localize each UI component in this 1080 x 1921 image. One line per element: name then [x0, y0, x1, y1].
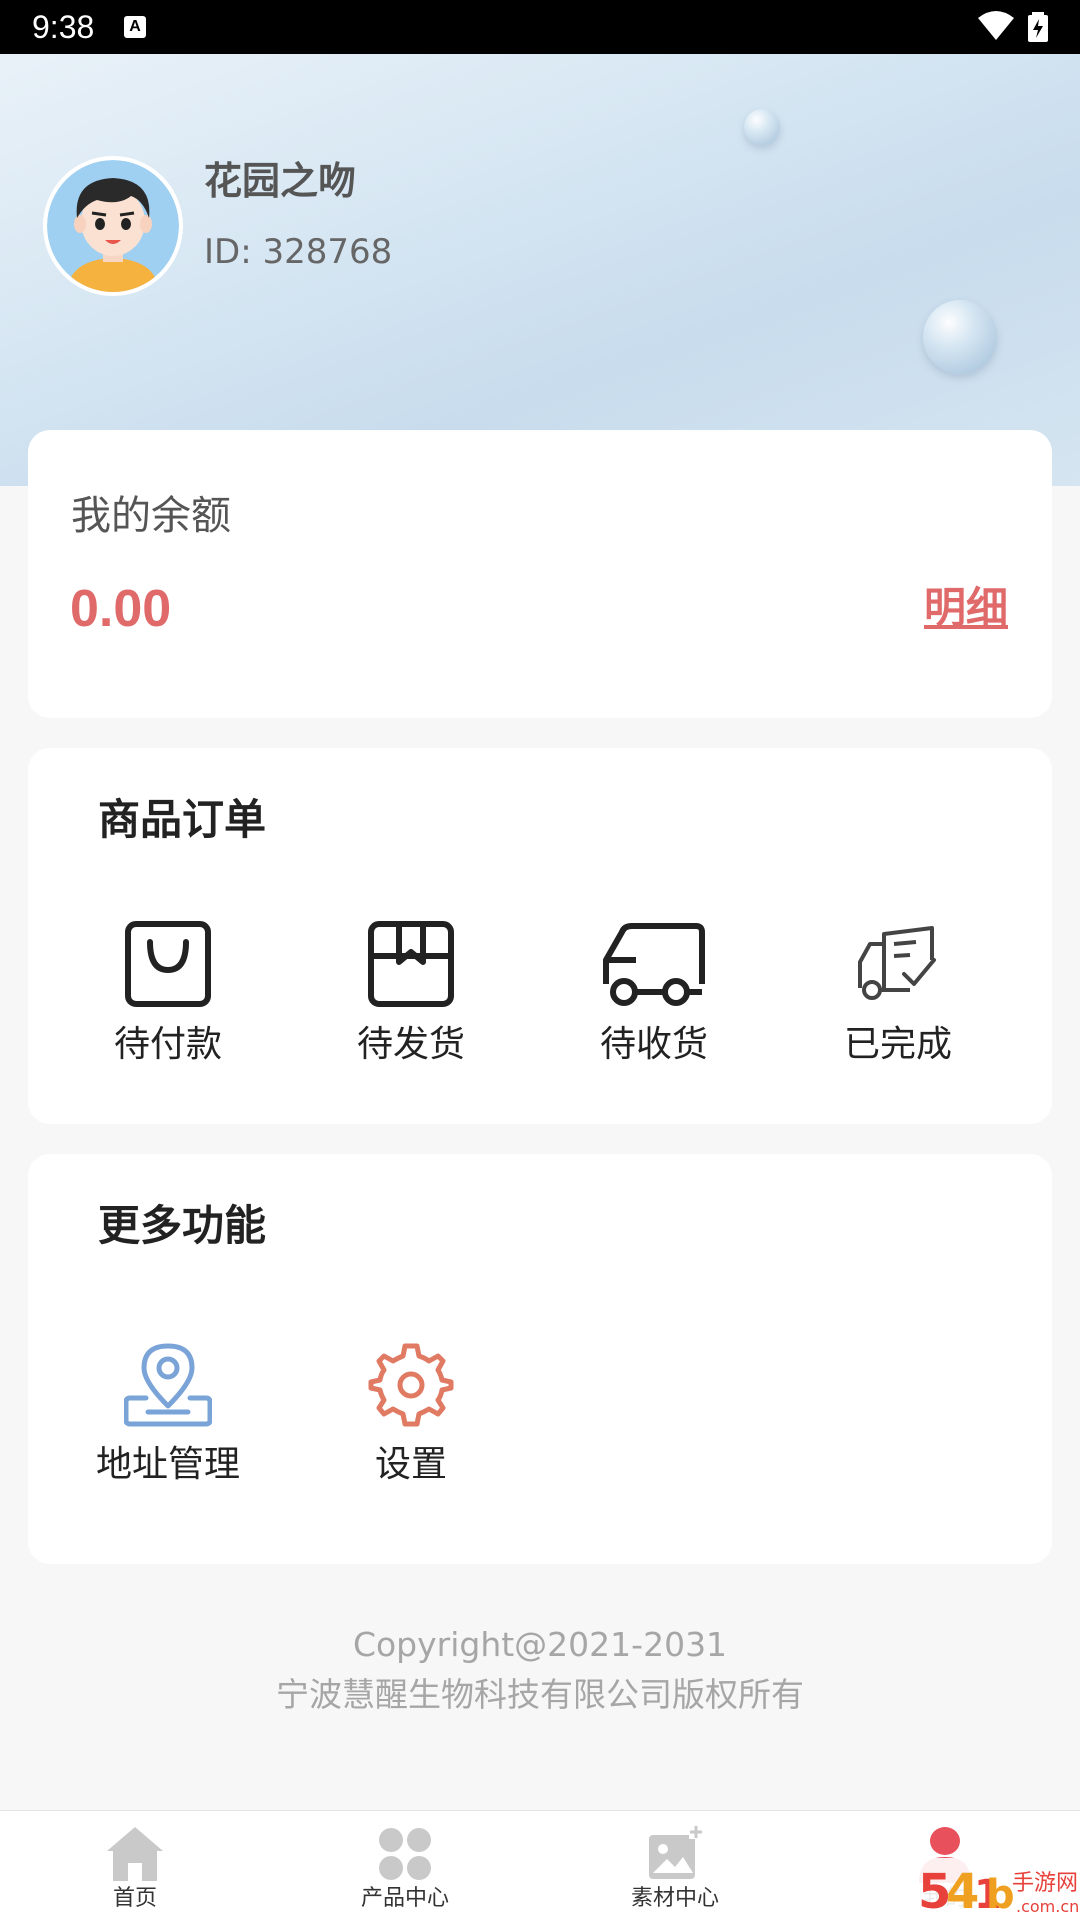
- settings-item[interactable]: 设置: [311, 1340, 511, 1490]
- more-item-label: 设置: [374, 1444, 447, 1485]
- package-box-icon: [368, 921, 454, 1007]
- water-drop-decoration: [744, 109, 780, 145]
- more-item-label: 地址管理: [95, 1444, 240, 1485]
- copyright-line: Copyright@2021-2031: [352, 1625, 728, 1664]
- order-pending-receipt[interactable]: 待收货: [554, 920, 754, 1070]
- avatar-boy-icon: [47, 160, 179, 292]
- tab-label: 产品中心: [360, 1886, 449, 1911]
- image-add-icon: [649, 1825, 703, 1879]
- order-item-label: 待付款: [113, 1024, 222, 1065]
- order-completed[interactable]: 已完成: [798, 920, 998, 1070]
- svg-text:手游网: 手游网: [1012, 1871, 1078, 1896]
- svg-text:b: b: [986, 1872, 1015, 1918]
- grid-clover-icon: [379, 1828, 431, 1880]
- gear-icon: [368, 1343, 454, 1427]
- more-title: 更多功能: [98, 1201, 267, 1250]
- balance-card: 我的余额 0.00 明细: [28, 430, 1052, 718]
- shopping-bag-icon: [125, 921, 211, 1007]
- home-icon: [107, 1827, 163, 1881]
- company-line: 宁波慧醒生物科技有限公司版权所有: [276, 1675, 804, 1714]
- delivery-truck-icon: [603, 923, 705, 1006]
- address-management-item[interactable]: 地址管理: [68, 1340, 268, 1490]
- order-pending-shipment[interactable]: 待发货: [311, 920, 511, 1070]
- user-name: 花园之吻: [204, 159, 357, 203]
- battery-charging-icon: [1028, 12, 1048, 42]
- status-time: 9:38: [32, 9, 95, 45]
- tab-label: 素材中心: [630, 1886, 719, 1911]
- wifi-icon: [978, 11, 1014, 40]
- status-bar: 9:38 A: [0, 0, 1080, 54]
- order-item-label: 已完成: [843, 1024, 952, 1065]
- avatar[interactable]: [43, 156, 183, 296]
- balance-title: 我的余额: [71, 493, 231, 539]
- orders-title: 商品订单: [98, 795, 267, 844]
- order-item-label: 待发货: [356, 1024, 465, 1065]
- tab-materials[interactable]: 素材中心: [540, 1811, 810, 1921]
- truck-checked-icon: [858, 926, 936, 1000]
- site-watermark-logo: 5 4 1 b 手游网 .com.cn: [914, 1858, 1080, 1920]
- svg-text:.com.cn: .com.cn: [1016, 1897, 1079, 1916]
- location-pin-icon: [124, 1343, 212, 1427]
- more-features-card: 更多功能 地址管理 设置: [28, 1154, 1052, 1564]
- notification-a-icon: A: [124, 16, 146, 38]
- tab-home[interactable]: 首页: [0, 1811, 270, 1921]
- orders-card: 商品订单 待付款 待发货 待收货 已完成: [28, 748, 1052, 1124]
- balance-value: 0.00: [70, 580, 172, 638]
- water-drop-decoration: [923, 300, 997, 374]
- balance-detail-link[interactable]: 明细: [924, 576, 1008, 640]
- order-pending-payment[interactable]: 待付款: [68, 920, 268, 1070]
- order-item-label: 待收货: [599, 1024, 708, 1065]
- tab-products[interactable]: 产品中心: [270, 1811, 540, 1921]
- tab-label: 首页: [112, 1886, 157, 1911]
- user-id: ID: 328768: [204, 232, 393, 272]
